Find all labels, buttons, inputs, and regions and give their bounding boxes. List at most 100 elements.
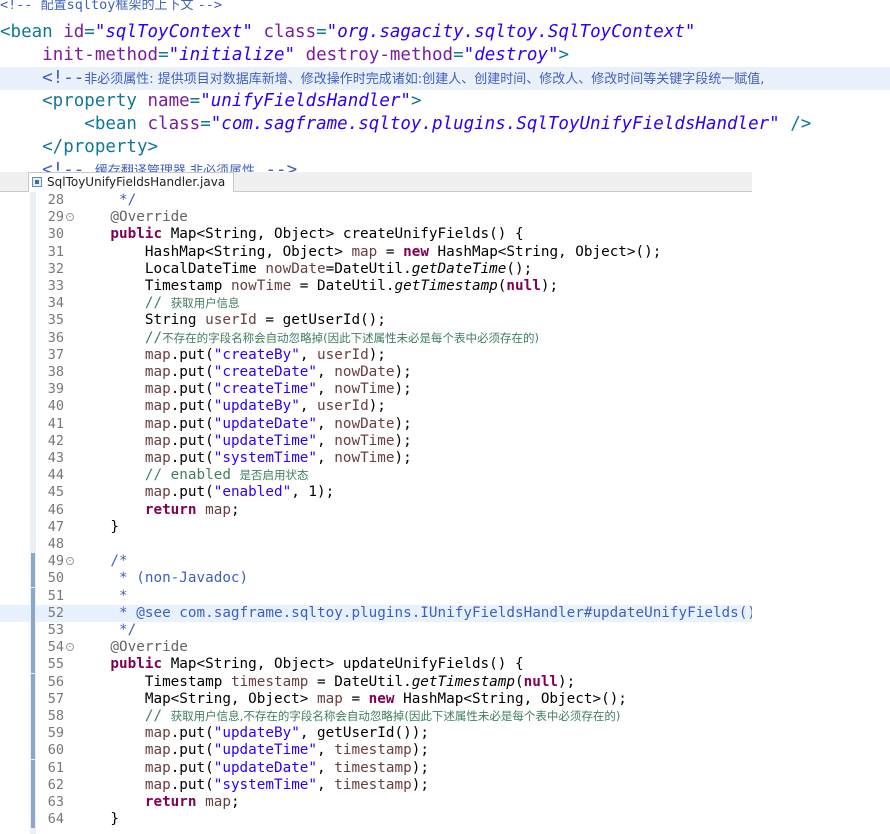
line-number: 30: [47, 226, 64, 243]
code-line: 33 Timestamp nowTime = DateUtil.getTimes…: [0, 278, 752, 295]
editor-tab-bar: SqlToyUnifyFieldsHandler.java: [0, 172, 752, 192]
line-number: 40: [47, 398, 64, 415]
code-token: }: [76, 518, 120, 535]
line-number: 33: [47, 278, 64, 294]
code-token: * (non-Javadoc): [76, 570, 249, 587]
code-token: .put(: [170, 415, 214, 432]
code-line: 51 *: [0, 587, 752, 605]
line-number: 32: [47, 260, 64, 277]
xml-config-editor[interactable]: <!-- 配置sqltoy框架的上下文 --> <bean id="sqlToyC…: [0, 0, 890, 172]
code-line: 43 map.put("systemTime", nowTime);: [0, 450, 752, 467]
code-text: public Map<String, Object> updateUnifyFi…: [76, 656, 524, 673]
xml-token: />: [779, 114, 812, 134]
xml-line: init-method="initialize" destroy-method=…: [0, 44, 569, 67]
fold-toggle-icon[interactable]: -: [66, 643, 74, 652]
line-number: 56: [47, 673, 64, 690]
code-token: ,: [299, 346, 318, 363]
code-line: 42 map.put("updateTime", nowTime);: [0, 433, 752, 450]
code-line: 57 Map<String, Object> map = new HashMap…: [0, 690, 752, 708]
code-text: return map;: [76, 502, 240, 519]
xml-token: sqltoy: [66, 0, 116, 13]
code-token: LocalDateTime: [76, 260, 266, 277]
line-number: 35: [47, 312, 64, 329]
code-token: =DateUtil.: [325, 260, 412, 277]
code-text: map.put("systemTime", nowTime);: [76, 450, 412, 467]
code-line: 32 LocalDateTime nowDate=DateUtil.getDat…: [0, 261, 752, 278]
code-token: getTimestamp: [411, 673, 515, 690]
line-number: 52: [47, 604, 64, 621]
code-token: HashMap<String, Object>: [76, 243, 352, 260]
code-token: */: [76, 192, 137, 208]
line-number: 46: [47, 501, 64, 518]
code-token: .put(: [170, 364, 214, 380]
code-token: nowTime: [334, 450, 395, 466]
code-token: timestamp: [334, 759, 412, 776]
code-line: 45 map.put("enabled", 1);: [0, 484, 752, 501]
line-number: 55: [47, 656, 64, 673]
code-text: map.put("createTime", nowTime);: [76, 381, 412, 398]
code-text: //不存在的字段名称会自动忽略掉(因此下述属性未必是每个表中必须存在的): [76, 330, 539, 347]
code-text: map.put("updateBy", getUserId());: [76, 725, 429, 742]
code-token: "createTime": [213, 381, 318, 398]
code-token: map: [76, 381, 171, 398]
code-token: "createDate": [213, 364, 318, 380]
fold-toggle-icon[interactable]: -: [66, 213, 74, 222]
code-token: .put(: [170, 398, 214, 415]
code-token: getTimestamp: [394, 278, 498, 294]
code-line: 38 map.put("createDate", nowDate);: [0, 364, 752, 381]
code-token: timestamp: [334, 776, 412, 793]
code-line: 34 // 获取用户信息: [0, 295, 752, 312]
code-token: "updateBy": [213, 725, 300, 742]
code-token: 不存在的字段名称会自动忽略掉(因此下述属性未必是每个表中必须存在的): [162, 330, 540, 345]
xml-line: </property>: [0, 136, 158, 159]
fold-toggle-icon[interactable]: -: [66, 557, 74, 566]
code-text: map.put("createDate", nowDate);: [76, 364, 412, 381]
code-text: String userId = getUserId();: [76, 312, 386, 329]
code-token: String: [76, 312, 206, 329]
code-token: Map<String, Object> createUnifyFields() …: [170, 226, 524, 243]
code-text: */: [76, 622, 136, 639]
code-token: (: [515, 673, 524, 690]
line-number: 45: [47, 484, 64, 501]
line-number: 59: [47, 725, 64, 742]
code-token: userId: [317, 398, 369, 415]
code-line: 49- /*: [0, 553, 752, 571]
code-text: map.put("enabled", 1);: [76, 484, 334, 501]
code-text: // enabled 是否启用状态: [76, 467, 309, 484]
tab-sqltoy-unify-fields-handler[interactable]: SqlToyUnifyFieldsHandler.java: [28, 172, 235, 192]
code-token: userId: [205, 312, 257, 329]
xml-token: class: [147, 114, 201, 134]
code-text: Timestamp timestamp = DateUtil.getTimest…: [76, 674, 575, 691]
code-line: 47 }: [0, 519, 752, 536]
xml-token: 缓存翻译管理器,非必须属性: [94, 164, 255, 172]
code-token: map: [76, 432, 171, 449]
code-token: public: [76, 656, 171, 673]
code-token: ();: [506, 260, 533, 277]
line-number: 64: [47, 811, 64, 828]
code-token: Map<String, Object> updateUnifyFields() …: [170, 656, 524, 673]
xml-token: </property>: [0, 137, 159, 157]
code-text: */: [76, 192, 136, 209]
code-token: .put(: [170, 776, 214, 793]
code-line: 41 map.put("updateDate", nowDate);: [0, 416, 752, 433]
code-token: );: [411, 776, 429, 793]
code-token: );: [411, 759, 429, 776]
code-token: return: [76, 794, 206, 810]
code-token: /*: [76, 553, 128, 570]
xml-token: [253, 22, 264, 42]
code-line: 48: [0, 536, 752, 553]
code-token: =: [342, 690, 369, 707]
code-text: * @see com.sagframe.sqltoy.plugins.IUnif…: [76, 605, 752, 622]
code-line: 35 String userId = getUserId();: [0, 312, 752, 329]
java-code-editor[interactable]: 28 */29- @Override 30 public Map<String, …: [0, 192, 752, 834]
code-token: */: [76, 622, 137, 638]
xml-token: =: [453, 45, 464, 65]
code-line: 37 map.put("createBy", userId);: [0, 347, 752, 364]
code-token: return: [76, 501, 206, 518]
xml-token: =: [158, 45, 169, 65]
code-token: ,: [317, 432, 335, 449]
code-token: @Override: [76, 209, 188, 226]
line-number: 36: [47, 329, 64, 346]
code-token: = getUserId();: [256, 312, 386, 329]
code-token: );: [540, 278, 559, 294]
